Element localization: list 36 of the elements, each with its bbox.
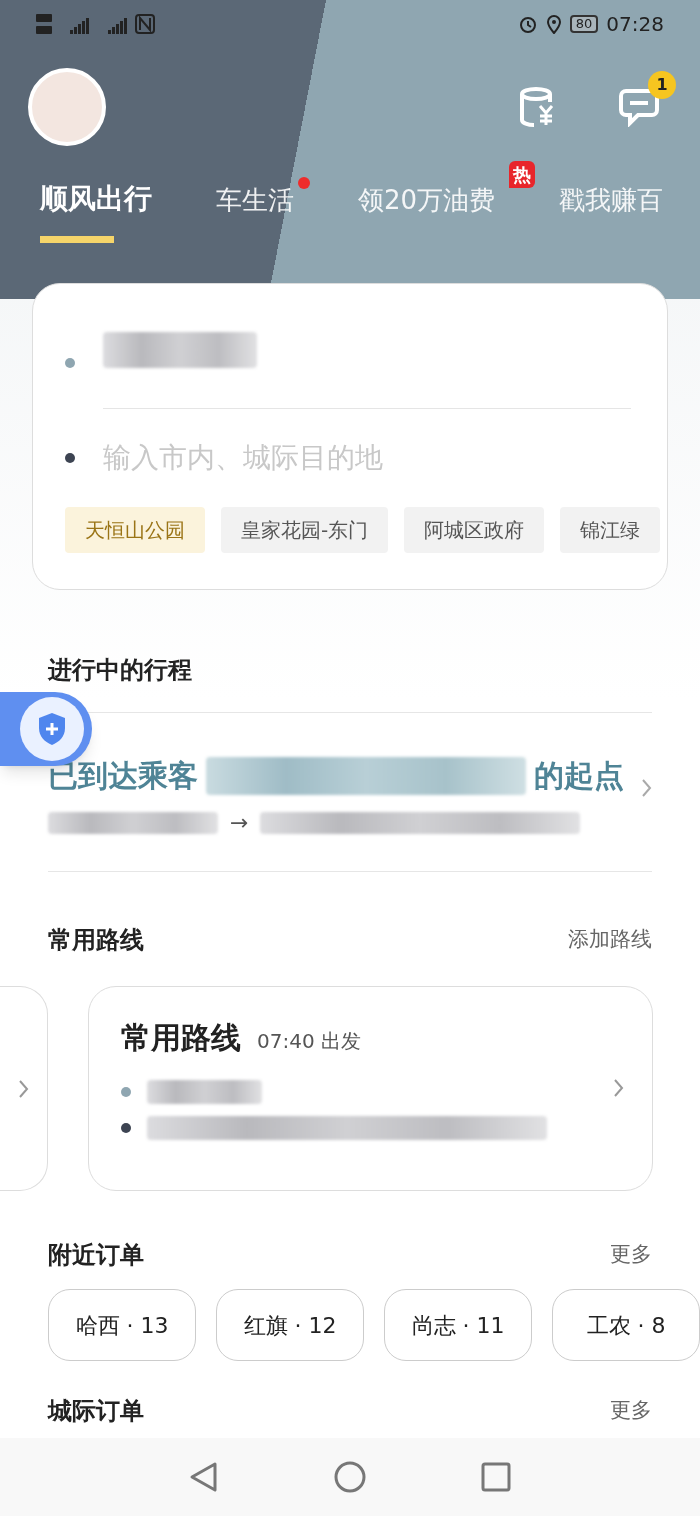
area-order-chip[interactable]: 工农 · 8: [552, 1289, 700, 1361]
clock-time: 07:28: [606, 11, 664, 38]
place-chip[interactable]: 阿城区政府: [404, 507, 545, 553]
area-order-chip[interactable]: 红旗 · 12: [216, 1289, 364, 1361]
back-icon[interactable]: [189, 1461, 219, 1493]
route-arrow: →: [230, 809, 249, 837]
route-card[interactable]: 常用路线 07:40 出发: [88, 986, 653, 1191]
location-icon: [545, 14, 562, 34]
message-count-badge: 1: [648, 71, 676, 99]
chevron-right-icon[interactable]: [18, 1079, 29, 1098]
section-title: 常用路线: [48, 925, 144, 956]
hot-badge: 热: [509, 161, 536, 188]
section-title: 进行中的行程: [48, 655, 192, 686]
section-title: 城际订单: [48, 1396, 144, 1427]
area-order-chip[interactable]: 哈西 · 13: [48, 1289, 196, 1361]
place-chip[interactable]: 皇家花园-东门: [221, 507, 389, 553]
area-order-chip[interactable]: 尚志 · 11: [384, 1289, 532, 1361]
battery-indicator: 80: [569, 15, 599, 33]
tab[interactable]: 顺风出行: [40, 178, 152, 243]
section-action-link[interactable]: 添加路线: [568, 924, 652, 956]
alarm-icon: [517, 14, 538, 34]
tab[interactable]: 车生活: [216, 181, 294, 243]
chevron-right-icon[interactable]: [642, 779, 652, 797]
place-chip[interactable]: 天恒山公园: [65, 507, 205, 553]
place-chip[interactable]: 锦江绿: [560, 507, 661, 553]
message-icon[interactable]: [618, 87, 660, 127]
recents-icon[interactable]: [481, 1462, 511, 1492]
home-icon[interactable]: [334, 1461, 366, 1493]
route-card-title: 常用路线: [121, 1019, 241, 1057]
chevron-right-icon[interactable]: [614, 1079, 624, 1097]
section-title: 附近订单: [48, 1240, 144, 1271]
departure-time: 07:40 出发: [257, 1028, 361, 1055]
section-action-link[interactable]: 更多: [610, 1239, 652, 1271]
shield-plus-icon: [37, 712, 67, 746]
section-action-link[interactable]: 更多: [610, 1395, 652, 1427]
trip-status-text: 的起点: [534, 757, 624, 795]
